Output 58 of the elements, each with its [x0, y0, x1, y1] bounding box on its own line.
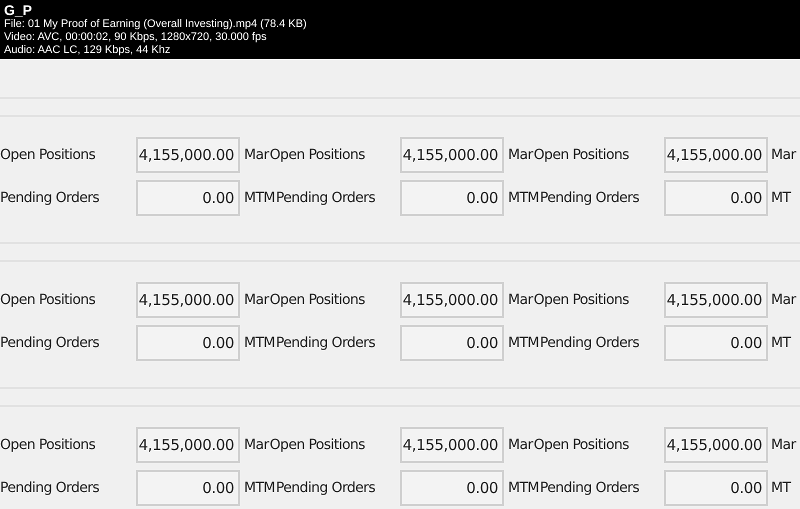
field-label: Mar	[508, 437, 533, 453]
value-field[interactable]: 4,155,000.00	[136, 282, 240, 318]
value-field[interactable]: 4,155,000.00	[664, 282, 768, 318]
value-field[interactable]: 0.00	[136, 325, 240, 361]
field-label: Pending Orders	[276, 480, 376, 496]
value-field[interactable]: 4,155,000.00	[136, 137, 240, 173]
value-field[interactable]: 4,155,000.00	[664, 137, 768, 173]
field-label: Open Positions	[534, 147, 629, 163]
field-label: Mar	[508, 147, 533, 163]
field-label: MT	[771, 480, 790, 496]
video-title: G_P	[4, 2, 34, 18]
field-label: Open Positions	[0, 437, 96, 453]
field-label: Mar	[244, 292, 269, 308]
field-label: Pending Orders	[540, 335, 640, 351]
field-label: Pending Orders	[276, 335, 376, 351]
value-field[interactable]: 0.00	[400, 325, 504, 361]
value-field[interactable]: 4,155,000.00	[400, 282, 504, 318]
value-field[interactable]: 4,155,000.00	[136, 427, 240, 463]
field-label: MTM	[244, 480, 275, 496]
field-label: Pending Orders	[0, 190, 100, 206]
video-info-line: Video: AVC, 00:00:02, 90 Kbps, 1280x720, 30.000 fps	[4, 31, 268, 44]
field-label: Pending Orders	[540, 190, 640, 206]
field-label: Open Positions	[0, 292, 96, 308]
field-label: Open Positions	[0, 147, 96, 163]
value-field[interactable]: 4,155,000.00	[400, 427, 504, 463]
field-label: MTM	[244, 335, 275, 351]
value-field[interactable]: 0.00	[664, 325, 768, 361]
field-label: MTM	[508, 335, 539, 351]
field-label: MTM	[508, 480, 539, 496]
field-label: MTM	[508, 190, 539, 206]
field-label: Pending Orders	[0, 480, 100, 496]
field-label: Open Positions	[270, 437, 365, 453]
value-field[interactable]: 0.00	[400, 180, 504, 216]
field-label: MTM	[244, 190, 275, 206]
video-info-line: File: 01 My Proof of Earning (Overall Investing).mp4 (78.4 KB)	[4, 18, 308, 31]
field-label: Pending Orders	[276, 190, 376, 206]
field-label: Pending Orders	[0, 335, 100, 351]
value-field[interactable]: 4,155,000.00	[664, 427, 768, 463]
field-label: Mar	[508, 292, 533, 308]
value-field[interactable]: 0.00	[136, 180, 240, 216]
field-label: Mar	[244, 437, 269, 453]
field-label: Pending Orders	[540, 480, 640, 496]
field-label: Mar	[244, 147, 269, 163]
value-field[interactable]: 0.00	[664, 470, 768, 506]
field-label: Open Positions	[270, 147, 365, 163]
field-label: MT	[771, 335, 790, 351]
value-field[interactable]: 0.00	[664, 180, 768, 216]
field-label: Mar	[771, 437, 796, 453]
value-field[interactable]: 4,155,000.00	[400, 137, 504, 173]
field-label: Open Positions	[534, 437, 629, 453]
field-label: Mar	[771, 147, 796, 163]
value-field[interactable]: 0.00	[136, 470, 240, 506]
field-label: Open Positions	[270, 292, 365, 308]
video-info-line: Audio: AAC LC, 129 Kbps, 44 Khz	[4, 44, 172, 57]
value-field[interactable]: 0.00	[400, 470, 504, 506]
field-label: MT	[771, 190, 790, 206]
field-label: Mar	[771, 292, 796, 308]
field-label: Open Positions	[534, 292, 629, 308]
